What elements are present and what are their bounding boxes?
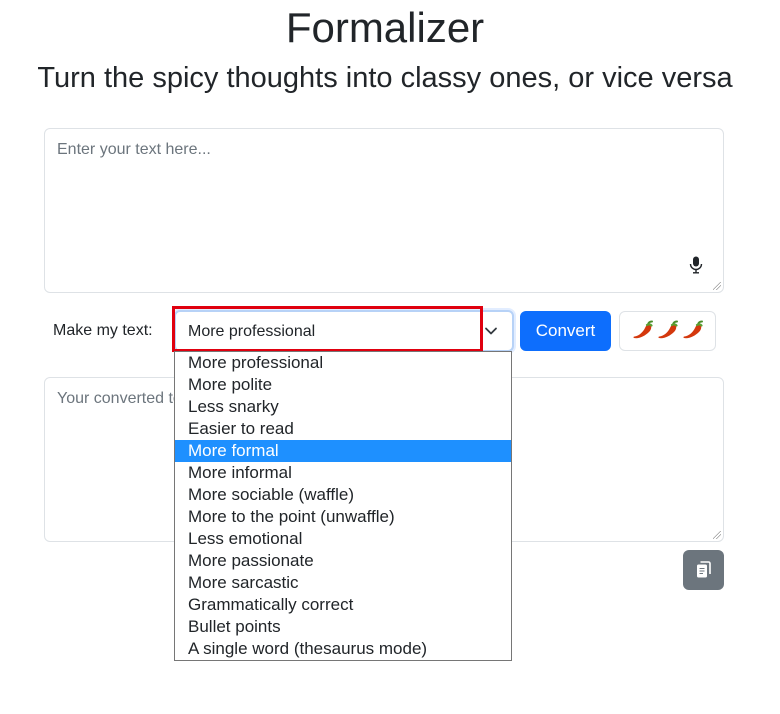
output-resize-handle[interactable] xyxy=(713,531,721,539)
dropdown-option[interactable]: More to the point (unwaffle) xyxy=(175,506,511,528)
conversion-dropdown-list: More professional More polite Less snark… xyxy=(174,351,512,661)
copy-button[interactable] xyxy=(683,550,724,590)
make-my-text-label: Make my text: xyxy=(53,322,153,339)
dropdown-option[interactable]: More professional xyxy=(175,352,511,374)
dropdown-option[interactable]: More polite xyxy=(175,374,511,396)
chili-pepper-icon xyxy=(657,320,678,339)
formalizer-page: Formalizer Turn the spicy thoughts into … xyxy=(0,0,780,714)
dropdown-option-highlighted[interactable]: More formal xyxy=(175,440,511,462)
dropdown-option[interactable]: Easier to read xyxy=(175,418,511,440)
dropdown-option[interactable]: A single word (thesaurus mode) xyxy=(175,638,511,660)
dropdown-option[interactable]: Less snarky xyxy=(175,396,511,418)
input-textarea[interactable] xyxy=(44,128,724,293)
dropdown-option[interactable]: More informal xyxy=(175,462,511,484)
dropdown-option[interactable]: Grammatically correct xyxy=(175,594,511,616)
convert-button[interactable]: Convert xyxy=(520,311,611,351)
conversion-select-value: More professional xyxy=(188,323,316,340)
dropdown-option[interactable]: More sarcastic xyxy=(175,572,511,594)
chevron-down-icon xyxy=(485,327,497,335)
dropdown-option[interactable]: Less emotional xyxy=(175,528,511,550)
spicy-mode-button[interactable] xyxy=(619,311,716,351)
dropdown-option[interactable]: More passionate xyxy=(175,550,511,572)
chili-pepper-icon xyxy=(632,320,653,339)
dropdown-option[interactable]: More sociable (waffle) xyxy=(175,484,511,506)
page-subtitle: Turn the spicy thoughts into classy ones… xyxy=(37,62,733,94)
copy-icon xyxy=(696,561,711,578)
conversion-select[interactable]: More professional xyxy=(174,310,514,352)
microphone-icon[interactable] xyxy=(688,256,704,274)
input-resize-handle[interactable] xyxy=(713,282,721,290)
page-title: Formalizer xyxy=(285,4,485,51)
dropdown-option[interactable]: Bullet points xyxy=(175,616,511,638)
chili-pepper-icon xyxy=(682,320,703,339)
